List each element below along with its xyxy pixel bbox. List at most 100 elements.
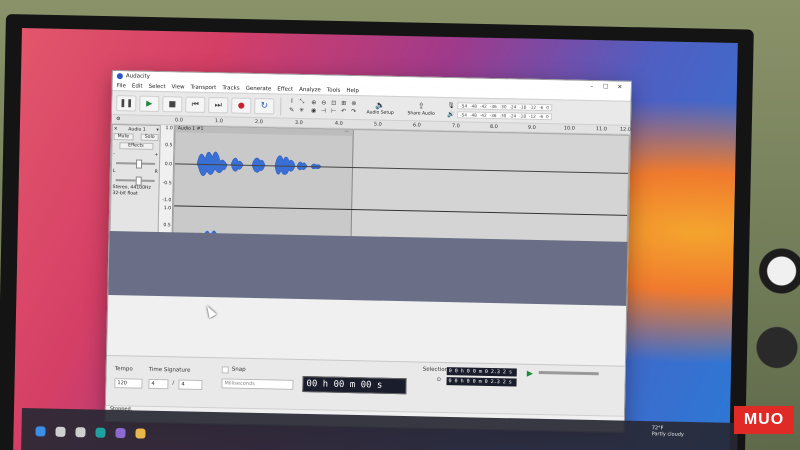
audacity-logo-icon: [116, 73, 123, 80]
play-button[interactable]: ▶: [139, 95, 160, 112]
effects-button[interactable]: Effects: [118, 142, 153, 150]
tempo-label: Tempo: [114, 366, 133, 373]
track-bitdepth: 32-bit float: [112, 191, 138, 197]
menu-select[interactable]: Select: [148, 83, 165, 89]
menu-analyze[interactable]: Analyze: [299, 86, 321, 92]
tools-toolbar: I ⤡ ✎ ✳: [287, 98, 306, 115]
pan-slider[interactable]: [115, 179, 155, 182]
selection-tool-icon[interactable]: I: [287, 98, 296, 106]
timeline-settings-icon[interactable]: ⚙: [116, 116, 121, 122]
snap-unit-select[interactable]: Milliseconds: [221, 378, 294, 390]
maximize-button[interactable]: ☐: [599, 83, 613, 90]
mute-button[interactable]: Mute: [113, 133, 134, 141]
track-info: Stereo, 44100Hz 32-bit float: [112, 185, 157, 198]
menu-file[interactable]: File: [117, 83, 126, 89]
time-signature-slash: /: [172, 380, 175, 387]
ruler-tick: 9.0: [527, 124, 536, 131]
skip-start-button[interactable]: ⏮: [185, 96, 206, 113]
audacity-window: Audacity – ☐ ✕ File Edit Select View Tra…: [104, 70, 632, 433]
app-icon[interactable]: [115, 427, 126, 439]
pause-button[interactable]: ❚❚: [116, 94, 137, 112]
silence-icon[interactable]: ⊢: [329, 108, 338, 115]
skip-end-button[interactable]: ⏭: [208, 96, 229, 113]
ruler-tick: 0.0: [174, 117, 183, 124]
speaker-meter-icon: 🔊: [447, 110, 455, 118]
audio-setup-label: Audio Setup: [366, 110, 394, 116]
tempo-input[interactable]: 120: [114, 378, 143, 389]
menu-tools[interactable]: Tools: [327, 87, 341, 93]
selection-label: Selection: [422, 366, 449, 374]
record-meter[interactable]: 🎙 -54 -48 -42 -36 -30 -24 -18 -12 -6 0: [447, 102, 552, 111]
edge-browser-icon[interactable]: [95, 427, 106, 438]
share-audio-label: Share Audio: [407, 111, 435, 117]
stop-button[interactable]: ■: [162, 95, 183, 112]
time-signature-upper[interactable]: 4: [148, 378, 169, 390]
ruler-tick: 8.0: [489, 123, 498, 131]
edit-toolbar: ⊕ ⊖ ⊡ ⊞ ⊗ ◉ ⊣ ⊢ ↶ ↷: [309, 99, 358, 115]
zoom-in-icon[interactable]: ⊕: [309, 99, 318, 106]
redo-icon[interactable]: ↷: [349, 108, 358, 115]
share-icon: ⇪: [417, 101, 425, 111]
selection-start-time[interactable]: 0 0 h 0 0 m 0 2.3 2 s: [446, 367, 517, 377]
weather-widget[interactable]: 72°F Partly cloudy: [652, 425, 685, 438]
track-name[interactable]: Audio 1: [128, 127, 146, 132]
menu-tracks[interactable]: Tracks: [222, 85, 239, 91]
zoom-toggle-icon[interactable]: ⊗: [349, 100, 358, 107]
selection-mode-icon[interactable]: ⊙: [437, 377, 442, 383]
play-speed-slider[interactable]: [538, 371, 599, 376]
scale-label: 1.0: [165, 126, 173, 132]
menu-transport[interactable]: Transport: [191, 84, 217, 91]
scale-label: 0.5: [165, 143, 173, 149]
envelope-tool-icon[interactable]: ⤡: [297, 98, 306, 106]
record-button[interactable]: ●: [231, 97, 252, 114]
undo-icon[interactable]: ↶: [339, 108, 348, 115]
ruler-tick: 6.0: [412, 122, 421, 129]
loop-button[interactable]: ↻: [254, 97, 275, 114]
selection-end-time[interactable]: 0 0 h 0 0 m 0 2.3 2 s: [446, 377, 517, 387]
ruler-tick: 10.0: [563, 125, 576, 132]
minimize-button[interactable]: –: [585, 82, 599, 90]
pan-row: L R: [113, 168, 158, 176]
ruler-tick: 7.0: [451, 123, 460, 130]
snap-checkbox[interactable]: [221, 366, 229, 374]
close-button[interactable]: ✕: [613, 83, 627, 90]
search-icon[interactable]: [55, 426, 66, 437]
menu-effect[interactable]: Effect: [277, 86, 293, 92]
audio-setup-button[interactable]: 🔈 Audio Setup: [361, 100, 399, 116]
menu-view[interactable]: View: [171, 84, 184, 90]
play-at-speed-icon[interactable]: ▶: [527, 369, 533, 378]
menu-edit[interactable]: Edit: [132, 83, 143, 89]
microphone-icon: 🎙: [447, 101, 456, 109]
scale-label: -0.5: [162, 181, 172, 187]
solo-button[interactable]: Solo: [140, 133, 159, 141]
audio-monitor-icon[interactable]: ◉: [309, 107, 318, 114]
scale-label: 0.0: [164, 162, 173, 168]
time-display[interactable]: 00 h 00 m 00 s: [302, 376, 407, 395]
mute-solo-row: Mute Solo: [113, 133, 159, 141]
menu-generate[interactable]: Generate: [246, 85, 272, 92]
fit-selection-icon[interactable]: ⊡: [329, 100, 338, 107]
playback-meter-scale: -54 -48 -42 -36 -30 -24 -18 -12 -6 0: [457, 110, 552, 120]
empty-track-area[interactable]: [108, 230, 628, 306]
multi-tool-icon[interactable]: ✳: [297, 107, 306, 115]
start-icon[interactable]: [35, 426, 46, 437]
record-meter-scale: -54 -48 -42 -36 -30 -24 -18 -12 -6 0: [457, 101, 552, 111]
playback-meter[interactable]: 🔊 -54 -48 -42 -36 -30 -24 -18 -12 -6 0: [447, 111, 552, 120]
zoom-out-icon[interactable]: ⊖: [319, 99, 328, 106]
time-signature-lower[interactable]: 4: [178, 379, 203, 390]
scale-label: -1.0: [162, 198, 172, 204]
track-menu-icon[interactable]: ▾: [156, 128, 158, 133]
gain-slider[interactable]: [116, 162, 156, 165]
draw-tool-icon[interactable]: ✎: [287, 107, 296, 115]
menu-help[interactable]: Help: [346, 87, 359, 93]
speaker-icon: 🔈: [375, 100, 386, 110]
task-view-icon[interactable]: [75, 427, 86, 438]
file-explorer-icon[interactable]: [135, 428, 146, 439]
track-close-icon[interactable]: ✕: [114, 127, 118, 132]
ruler-tick: 1.0: [214, 118, 223, 125]
trim-icon[interactable]: ⊣: [319, 107, 328, 114]
fit-project-icon[interactable]: ⊞: [339, 100, 348, 107]
toolbar-separator: [280, 97, 282, 116]
share-audio-button[interactable]: ⇪ Share Audio: [402, 101, 440, 117]
gain-row: - +: [113, 151, 158, 159]
